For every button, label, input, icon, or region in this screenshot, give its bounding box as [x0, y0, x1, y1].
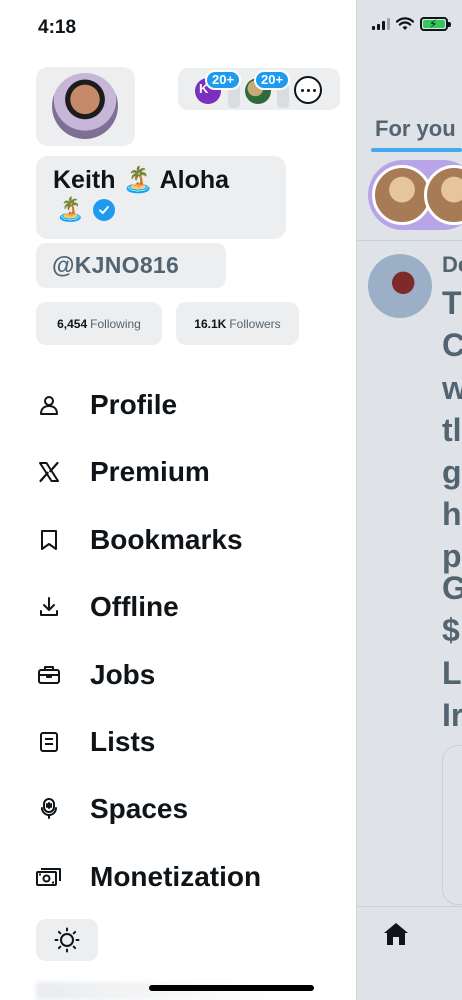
display-theme-button[interactable]	[36, 919, 98, 961]
post-text-fragment: G	[442, 570, 462, 606]
post-text-fragment: h	[442, 496, 462, 532]
followers-count-button[interactable]: 16.1K Followers	[176, 302, 299, 345]
wifi-icon	[396, 17, 414, 30]
post-text-fragment: $	[442, 612, 460, 648]
microphone-icon	[36, 796, 62, 822]
briefcase-icon	[36, 662, 62, 688]
post-text-fragment: C	[442, 327, 462, 363]
list-icon	[36, 729, 62, 755]
menu-label: Jobs	[90, 659, 156, 690]
more-accounts-button[interactable]	[294, 76, 322, 104]
embedded-card[interactable]	[442, 745, 462, 905]
post-text-fragment: T	[442, 285, 462, 321]
post-author-partial: De	[442, 252, 462, 277]
notification-badge: 20+	[254, 70, 291, 90]
followers-count: 16.1K	[194, 316, 227, 331]
person-icon	[36, 392, 62, 418]
menu-label: Offline	[90, 591, 179, 622]
tab-indicator	[371, 148, 462, 152]
post-text-fragment: g	[442, 454, 462, 490]
username-handle: @KJNO816	[52, 252, 180, 278]
more-horizontal-icon	[300, 88, 304, 92]
post-text-fragment: Ir	[442, 697, 462, 733]
story-avatar[interactable]	[372, 165, 432, 225]
following-count-button[interactable]: 6,454 Following	[36, 302, 162, 345]
bookmark-icon	[36, 527, 62, 553]
menu-item-spaces[interactable]: Spaces	[36, 785, 336, 833]
menu-item-monetization[interactable]: Monetization	[36, 853, 336, 901]
display-name-continued: 🏝️	[56, 196, 115, 223]
post-text-fragment: w	[442, 370, 462, 406]
avatar[interactable]	[52, 73, 118, 139]
post-avatar[interactable]	[368, 254, 432, 318]
home-icon[interactable]	[383, 922, 409, 946]
menu-item-profile[interactable]: Profile	[36, 381, 336, 429]
following-count: 6,454	[57, 316, 88, 331]
menu-item-premium[interactable]: Premium	[36, 448, 336, 496]
home-indicator[interactable]	[149, 985, 314, 991]
drawer-edge	[356, 0, 357, 1000]
bottom-tab-bar	[357, 906, 462, 1000]
notification-badge: 20+	[205, 70, 242, 90]
status-time: 4:18	[38, 17, 77, 38]
post-text-fragment: tl	[442, 412, 462, 448]
menu-label: Lists	[90, 726, 156, 757]
menu-label: Profile	[90, 389, 178, 420]
menu-label: Spaces	[90, 793, 189, 824]
battery-charging-icon: ⚡	[420, 17, 451, 31]
following-label: Following	[90, 316, 141, 331]
menu-label: Monetization	[90, 861, 262, 892]
sun-icon	[54, 927, 80, 953]
x-logo-icon	[36, 459, 62, 485]
divider	[357, 240, 462, 241]
menu-item-lists[interactable]: Lists	[36, 718, 336, 766]
tab-for-you[interactable]: For you	[375, 116, 456, 142]
island-emoji: 🏝️	[56, 196, 85, 222]
money-icon	[36, 864, 62, 890]
menu-label: Premium	[90, 456, 210, 487]
download-icon	[36, 594, 62, 620]
display-name: Keith 🏝️ Aloha	[53, 166, 230, 194]
post-text-fragment: Li	[442, 655, 462, 691]
status-indicators: ⚡	[372, 17, 451, 31]
menu-label: Bookmarks	[90, 524, 243, 555]
followers-label: Followers	[229, 316, 281, 331]
cellular-signal-icon	[372, 18, 390, 30]
menu-item-bookmarks[interactable]: Bookmarks	[36, 516, 336, 564]
menu-item-offline[interactable]: Offline	[36, 583, 336, 631]
verified-badge-icon	[92, 198, 115, 221]
menu-item-jobs[interactable]: Jobs	[36, 651, 336, 699]
